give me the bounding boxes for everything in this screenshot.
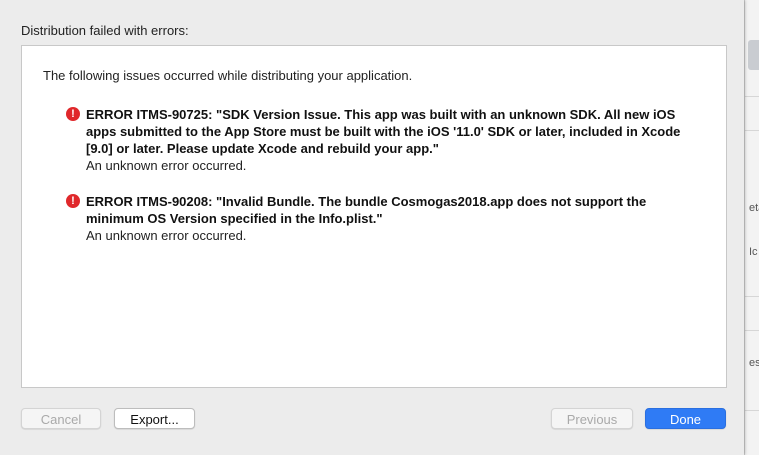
error-icon: ! bbox=[66, 107, 80, 121]
intro-text: The following issues occurred while dist… bbox=[43, 68, 413, 83]
distribution-error-sheet: Distribution failed with errors: The fol… bbox=[0, 0, 744, 455]
issue-item: ! ERROR ITMS-90725: "SDK Version Issue. … bbox=[66, 106, 706, 174]
divider bbox=[745, 410, 759, 411]
cancel-button[interactable]: Cancel bbox=[21, 408, 101, 429]
divider bbox=[745, 330, 759, 331]
background-text-fragment: Ic bbox=[749, 246, 758, 258]
background-app-icon bbox=[748, 40, 759, 70]
background-text-fragment: es bbox=[749, 357, 759, 369]
export-button[interactable]: Export... bbox=[114, 408, 195, 429]
divider bbox=[745, 296, 759, 297]
issue-message: ERROR ITMS-90208: "Invalid Bundle. The b… bbox=[86, 194, 647, 226]
background-text-fragment: eta bbox=[749, 202, 759, 214]
issues-panel: The following issues occurred while dist… bbox=[21, 45, 727, 388]
sheet-title: Distribution failed with errors: bbox=[21, 23, 189, 38]
done-button[interactable]: Done bbox=[645, 408, 726, 429]
divider bbox=[745, 96, 759, 97]
divider bbox=[745, 130, 759, 131]
background-window: eta Ic es bbox=[744, 0, 759, 455]
previous-button[interactable]: Previous bbox=[551, 408, 633, 429]
issue-message: ERROR ITMS-90725: "SDK Version Issue. Th… bbox=[86, 107, 681, 156]
issue-item: ! ERROR ITMS-90208: "Invalid Bundle. The… bbox=[66, 193, 706, 244]
issue-detail: An unknown error occurred. bbox=[86, 228, 247, 243]
error-icon: ! bbox=[66, 194, 80, 208]
issue-detail: An unknown error occurred. bbox=[86, 158, 247, 173]
